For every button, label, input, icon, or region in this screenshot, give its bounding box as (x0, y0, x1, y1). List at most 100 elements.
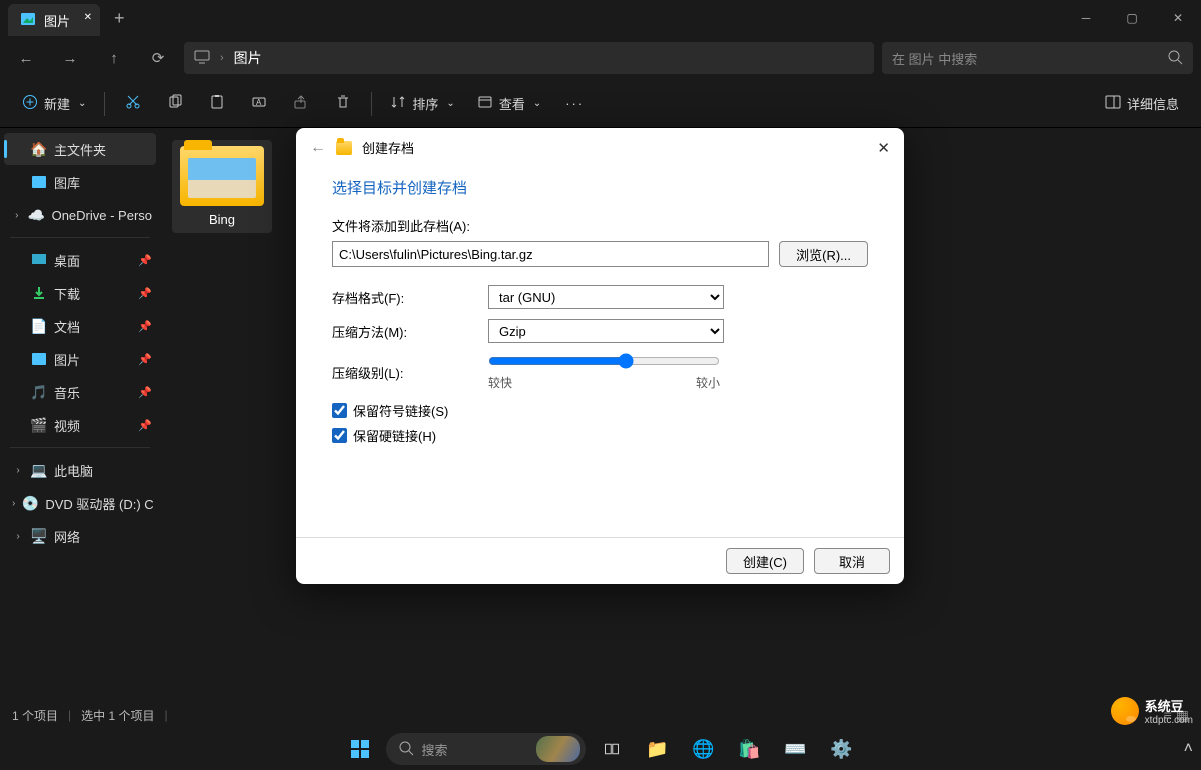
view-icon (477, 94, 493, 113)
pc-icon: 💻 (31, 462, 47, 478)
expand-icon[interactable]: › (12, 465, 24, 476)
sidebar-item-downloads[interactable]: 下载📌 (4, 277, 156, 309)
expand-icon[interactable]: › (12, 498, 15, 509)
sidebar-item-gallery[interactable]: 图库 (4, 166, 156, 198)
more-button[interactable]: ··· (555, 87, 594, 121)
archive-path-input[interactable] (332, 241, 769, 267)
paste-button[interactable] (199, 87, 235, 121)
pin-icon: 📌 (138, 254, 152, 267)
preserve-hardlinks-checkbox[interactable] (332, 428, 347, 443)
start-button[interactable] (340, 730, 380, 768)
toolbar-divider (371, 92, 372, 116)
explorer-button[interactable]: 📁 (638, 730, 678, 768)
level-small-label: 较小 (696, 374, 720, 391)
dialog-body: 选择目标并创建存档 文件将添加到此存档(A): 浏览(R)... 存档格式(F)… (296, 167, 904, 537)
cancel-button[interactable]: 取消 (814, 548, 890, 574)
folder-icon (336, 141, 352, 155)
status-separator: | (68, 708, 71, 722)
sort-icon (390, 94, 406, 113)
sidebar-item-this-pc[interactable]: ›💻此电脑 (4, 454, 156, 486)
format-select[interactable]: tar (GNU) (488, 285, 724, 309)
copy-icon (167, 94, 183, 113)
monitor-icon (194, 49, 210, 68)
task-view-button[interactable] (592, 730, 632, 768)
home-icon: 🏠 (31, 141, 47, 157)
method-select[interactable]: Gzip (488, 319, 724, 343)
maximize-button[interactable]: ▢ (1109, 0, 1155, 36)
rename-icon: A (251, 94, 267, 113)
breadcrumb[interactable]: › 图片 (184, 42, 874, 74)
new-tab-button[interactable]: + (114, 8, 125, 29)
search-placeholder: 在 图片 中搜索 (892, 49, 977, 68)
forward-button[interactable]: → (52, 42, 88, 74)
status-count: 1 个项目 (12, 707, 58, 724)
share-button[interactable] (283, 87, 319, 121)
back-button[interactable]: ← (8, 42, 44, 74)
search-icon (1167, 49, 1183, 68)
taskbar-search-label: 搜索 (422, 740, 448, 759)
sidebar-item-desktop[interactable]: 桌面📌 (4, 244, 156, 276)
terminal-button[interactable]: ⌨️ (776, 730, 816, 768)
tab-pictures[interactable]: 图片 ✕ (8, 4, 100, 36)
create-button[interactable]: 创建(C) (726, 548, 804, 574)
minimize-button[interactable]: ─ (1063, 0, 1109, 36)
level-label: 压缩级别(L): (332, 363, 488, 382)
gallery-icon (31, 174, 47, 190)
close-tab-icon[interactable]: ✕ (84, 12, 92, 23)
preserve-hardlinks-row: 保留硬链接(H) (332, 426, 868, 445)
more-icon: ··· (565, 96, 584, 111)
pin-icon: 📌 (138, 320, 152, 333)
view-button[interactable]: 查看 (469, 87, 549, 121)
sidebar-item-videos[interactable]: 🎬视频📌 (4, 409, 156, 441)
refresh-button[interactable]: ⟳ (140, 42, 176, 74)
cut-button[interactable] (115, 87, 151, 121)
copy-button[interactable] (157, 87, 193, 121)
status-separator: | (164, 708, 167, 722)
dialog-back-button[interactable]: ← (310, 139, 326, 157)
music-icon: 🎵 (31, 384, 47, 400)
share-icon (293, 94, 309, 113)
sidebar-item-dvd[interactable]: ›💿DVD 驱动器 (D:) C (4, 487, 156, 519)
document-icon: 📄 (31, 318, 47, 334)
watermark-site: xtdptc.com (1145, 715, 1193, 726)
details-pane-button[interactable]: 详细信息 (1097, 87, 1187, 121)
sort-button[interactable]: 排序 (382, 87, 462, 121)
level-fast-label: 较快 (488, 374, 512, 391)
taskbar-search[interactable]: 搜索 (386, 733, 586, 765)
sidebar-item-music[interactable]: 🎵音乐📌 (4, 376, 156, 408)
dialog-header: ← 创建存档 ✕ (296, 128, 904, 167)
delete-button[interactable] (325, 87, 361, 121)
chevron-right-icon: › (220, 52, 224, 64)
folder-item-bing[interactable]: Bing (172, 140, 272, 233)
sidebar-item-home[interactable]: 🏠主文件夹 (4, 133, 156, 165)
tray-expand-icon[interactable]: ˄ (1184, 740, 1193, 758)
new-button[interactable]: 新建 (14, 87, 94, 121)
search-art (536, 736, 580, 762)
search-input[interactable]: 在 图片 中搜索 (882, 42, 1193, 74)
pictures-icon (31, 351, 47, 367)
close-window-button[interactable]: ✕ (1155, 0, 1201, 36)
dialog-footer: 创建(C) 取消 (296, 537, 904, 584)
preserve-hardlinks-label: 保留硬链接(H) (353, 426, 436, 445)
sidebar-item-pictures[interactable]: 图片📌 (4, 343, 156, 375)
store-button[interactable]: 🛍️ (730, 730, 770, 768)
edge-button[interactable]: 🌐 (684, 730, 724, 768)
preserve-symlinks-checkbox[interactable] (332, 403, 347, 418)
browse-button[interactable]: 浏览(R)... (779, 241, 868, 267)
dialog-close-button[interactable]: ✕ (877, 139, 890, 157)
pin-icon: 📌 (138, 287, 152, 300)
up-button[interactable]: ↑ (96, 42, 132, 74)
rename-button[interactable]: A (241, 87, 277, 121)
sidebar-item-network[interactable]: ›🖥️网络 (4, 520, 156, 552)
sidebar-divider (10, 237, 150, 238)
expand-icon[interactable]: › (12, 531, 24, 542)
sidebar-item-documents[interactable]: 📄文档📌 (4, 310, 156, 342)
preserve-symlinks-label: 保留符号链接(S) (353, 401, 448, 420)
method-label: 压缩方法(M): (332, 322, 488, 341)
level-slider[interactable] (488, 353, 720, 369)
settings-button[interactable]: ⚙️ (822, 730, 862, 768)
disc-icon: 💿 (22, 495, 38, 511)
sidebar-item-onedrive[interactable]: ›☁️OneDrive - Perso (4, 199, 156, 231)
watermark-brand: 系统豆 (1145, 696, 1193, 715)
expand-icon[interactable]: › (12, 210, 22, 221)
